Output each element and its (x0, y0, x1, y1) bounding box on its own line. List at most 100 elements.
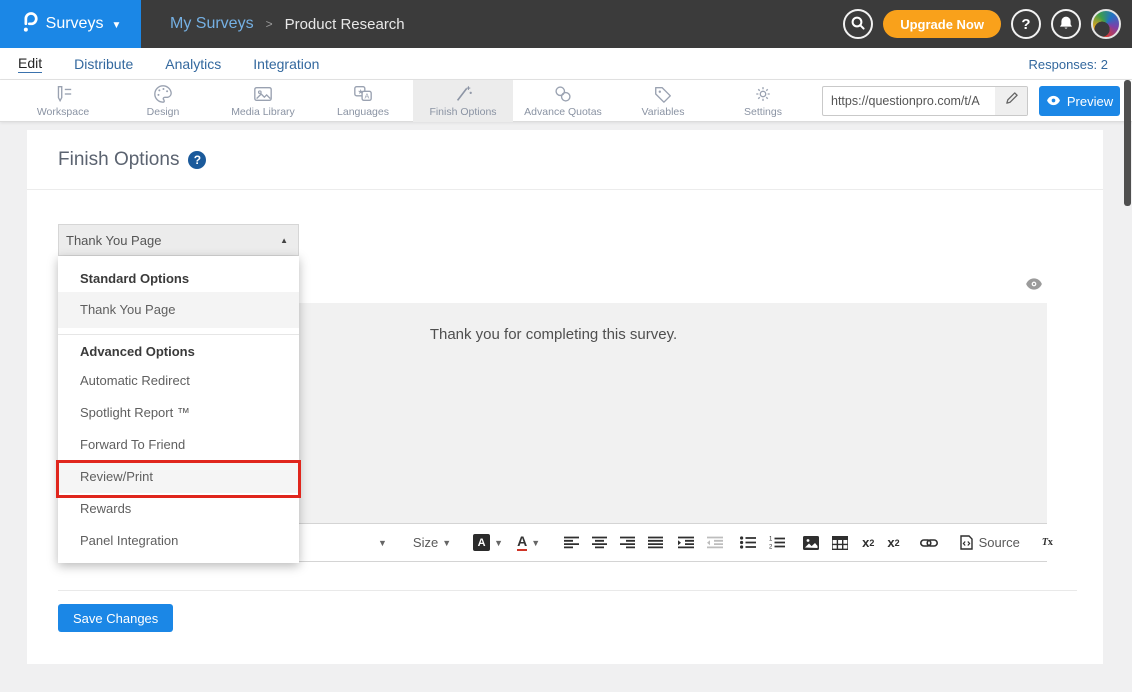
product-switcher[interactable]: Surveys ▼ (0, 0, 141, 48)
size-dropdown[interactable]: Size ▼ (413, 530, 451, 556)
ribbon-advance-quotas-label: Advance Quotas (524, 106, 602, 118)
topbar-actions: Upgrade Now ? (843, 0, 1121, 48)
search-button[interactable] (843, 9, 873, 39)
edit-url-button[interactable] (995, 87, 1027, 115)
tab-integration[interactable]: Integration (253, 56, 319, 72)
menu-item-thank-you-page[interactable]: Thank You Page (58, 292, 299, 328)
breadcrumb: My Surveys > Product Research (170, 0, 405, 48)
svg-text:1: 1 (769, 537, 773, 543)
ribbon-media-library-label: Media Library (231, 106, 295, 118)
question-mark-icon: ? (1021, 16, 1030, 33)
menu-item-spotlight-report[interactable]: Spotlight Report ™ (58, 397, 299, 429)
insert-image-button[interactable] (803, 530, 819, 556)
editor-body-text: Thank you for completing this survey. (430, 326, 677, 343)
questionpro-logo-icon (20, 11, 38, 38)
chevron-down-icon: ▼ (111, 20, 121, 31)
ribbon-advance-quotas[interactable]: Advance Quotas (513, 80, 613, 122)
align-right-button[interactable] (620, 530, 635, 556)
numbered-list-button[interactable]: 12 (769, 530, 785, 556)
menu-item-panel-integration[interactable]: Panel Integration (58, 525, 299, 557)
justify-button[interactable] (648, 530, 663, 556)
svg-text:★: ★ (358, 88, 364, 96)
indent-decrease-button[interactable] (707, 530, 723, 556)
palette-icon (152, 84, 174, 104)
finish-option-select[interactable]: Thank You Page ▲ (58, 224, 299, 256)
breadcrumb-separator: > (266, 17, 273, 31)
app-window: Surveys ▼ My Surveys > Product Research … (0, 0, 1132, 692)
chevron-up-icon: ▲ (280, 236, 288, 245)
preview-label: Preview (1067, 94, 1113, 109)
brand-label: Surveys (46, 15, 104, 33)
ribbon-finish-options[interactable]: Finish Options (413, 80, 513, 122)
ribbon-items: Workspace Design Media Library ★A Langua… (13, 80, 813, 122)
ribbon-variables[interactable]: Variables (613, 80, 713, 122)
align-center-button[interactable] (592, 530, 607, 556)
tab-analytics[interactable]: Analytics (165, 56, 221, 72)
remove-format-button[interactable]: Tx (1042, 530, 1053, 556)
superscript-button[interactable]: x2 (887, 530, 899, 556)
tab-edit[interactable]: Edit (18, 55, 42, 73)
pencil-icon (1005, 92, 1018, 110)
section-tabs: Edit Distribute Analytics Integration Re… (0, 48, 1132, 80)
breadcrumb-my-surveys[interactable]: My Surveys (170, 15, 254, 33)
notifications-button[interactable] (1051, 9, 1081, 39)
menu-group-standard: Standard Options (58, 266, 299, 292)
ribbon-media-library[interactable]: Media Library (213, 80, 313, 122)
font-dropdown[interactable]: ▼ (374, 530, 387, 556)
search-icon (850, 15, 866, 34)
breadcrumb-current: Product Research (285, 16, 405, 33)
ribbon-workspace-label: Workspace (37, 106, 89, 118)
chain-icon (552, 84, 574, 104)
ribbon-design[interactable]: Design (113, 80, 213, 122)
chevron-down-icon: ▼ (531, 538, 540, 548)
svg-text:A: A (364, 91, 369, 100)
bgcolor-icon: A (473, 534, 490, 551)
tag-icon (652, 84, 674, 104)
ribbon-languages-label: Languages (337, 106, 389, 118)
subscript-button[interactable]: x2 (862, 530, 874, 556)
ribbon-finish-options-label: Finish Options (429, 106, 496, 118)
finish-option-select-value: Thank You Page (59, 233, 161, 248)
background-color-button[interactable]: A ▼ (473, 530, 503, 556)
editor-preview-eye-icon[interactable] (1025, 277, 1043, 291)
image-icon (252, 84, 274, 104)
align-left-button[interactable] (564, 530, 579, 556)
text-color-button[interactable]: A ▼ (517, 530, 540, 556)
ribbon-workspace[interactable]: Workspace (13, 80, 113, 122)
tab-distribute[interactable]: Distribute (74, 56, 133, 72)
chevron-down-icon: ▼ (442, 538, 451, 548)
help-badge-icon[interactable]: ? (188, 151, 206, 169)
help-button[interactable]: ? (1011, 9, 1041, 39)
menu-item-automatic-redirect[interactable]: Automatic Redirect (58, 365, 299, 397)
ribbon-settings[interactable]: Settings (713, 80, 813, 122)
menu-item-forward-to-friend[interactable]: Forward To Friend (58, 429, 299, 461)
ribbon-settings-label: Settings (744, 106, 782, 118)
page-scrollbar-thumb[interactable] (1124, 80, 1131, 206)
indent-increase-button[interactable] (678, 530, 694, 556)
svg-text:2: 2 (769, 545, 773, 549)
source-button[interactable]: Source (960, 530, 1020, 556)
bulleted-list-button[interactable] (740, 530, 756, 556)
menu-group-advanced: Advanced Options (58, 339, 299, 365)
edit-ribbon: Workspace Design Media Library ★A Langua… (0, 80, 1132, 122)
insert-table-button[interactable] (832, 530, 848, 556)
upgrade-now-button[interactable]: Upgrade Now (883, 10, 1001, 38)
save-changes-button[interactable]: Save Changes (58, 604, 173, 632)
menu-item-review-print[interactable]: Review/Print (58, 461, 299, 493)
finish-options-panel: Finish Options ? Thank you for completin… (27, 130, 1103, 664)
user-avatar[interactable] (1091, 9, 1121, 39)
gear-icon (752, 84, 774, 104)
survey-url-value[interactable]: https://questionpro.com/t/A (823, 87, 995, 115)
responses-count[interactable]: Responses: 2 (1029, 48, 1109, 80)
chevron-down-icon: ▼ (378, 538, 387, 548)
finish-option-menu: Standard Options Thank You Page Advanced… (58, 256, 299, 563)
translate-icon: ★A (352, 84, 374, 104)
preview-button[interactable]: Preview (1039, 86, 1120, 116)
menu-item-rewards[interactable]: Rewards (58, 493, 299, 525)
textcolor-icon: A (517, 534, 527, 551)
survey-url-field[interactable]: https://questionpro.com/t/A (822, 86, 1028, 116)
ribbon-languages[interactable]: ★A Languages (313, 80, 413, 122)
top-bar: Surveys ▼ My Surveys > Product Research … (0, 0, 1132, 48)
eye-icon (1046, 94, 1061, 109)
insert-link-button[interactable] (920, 530, 938, 556)
